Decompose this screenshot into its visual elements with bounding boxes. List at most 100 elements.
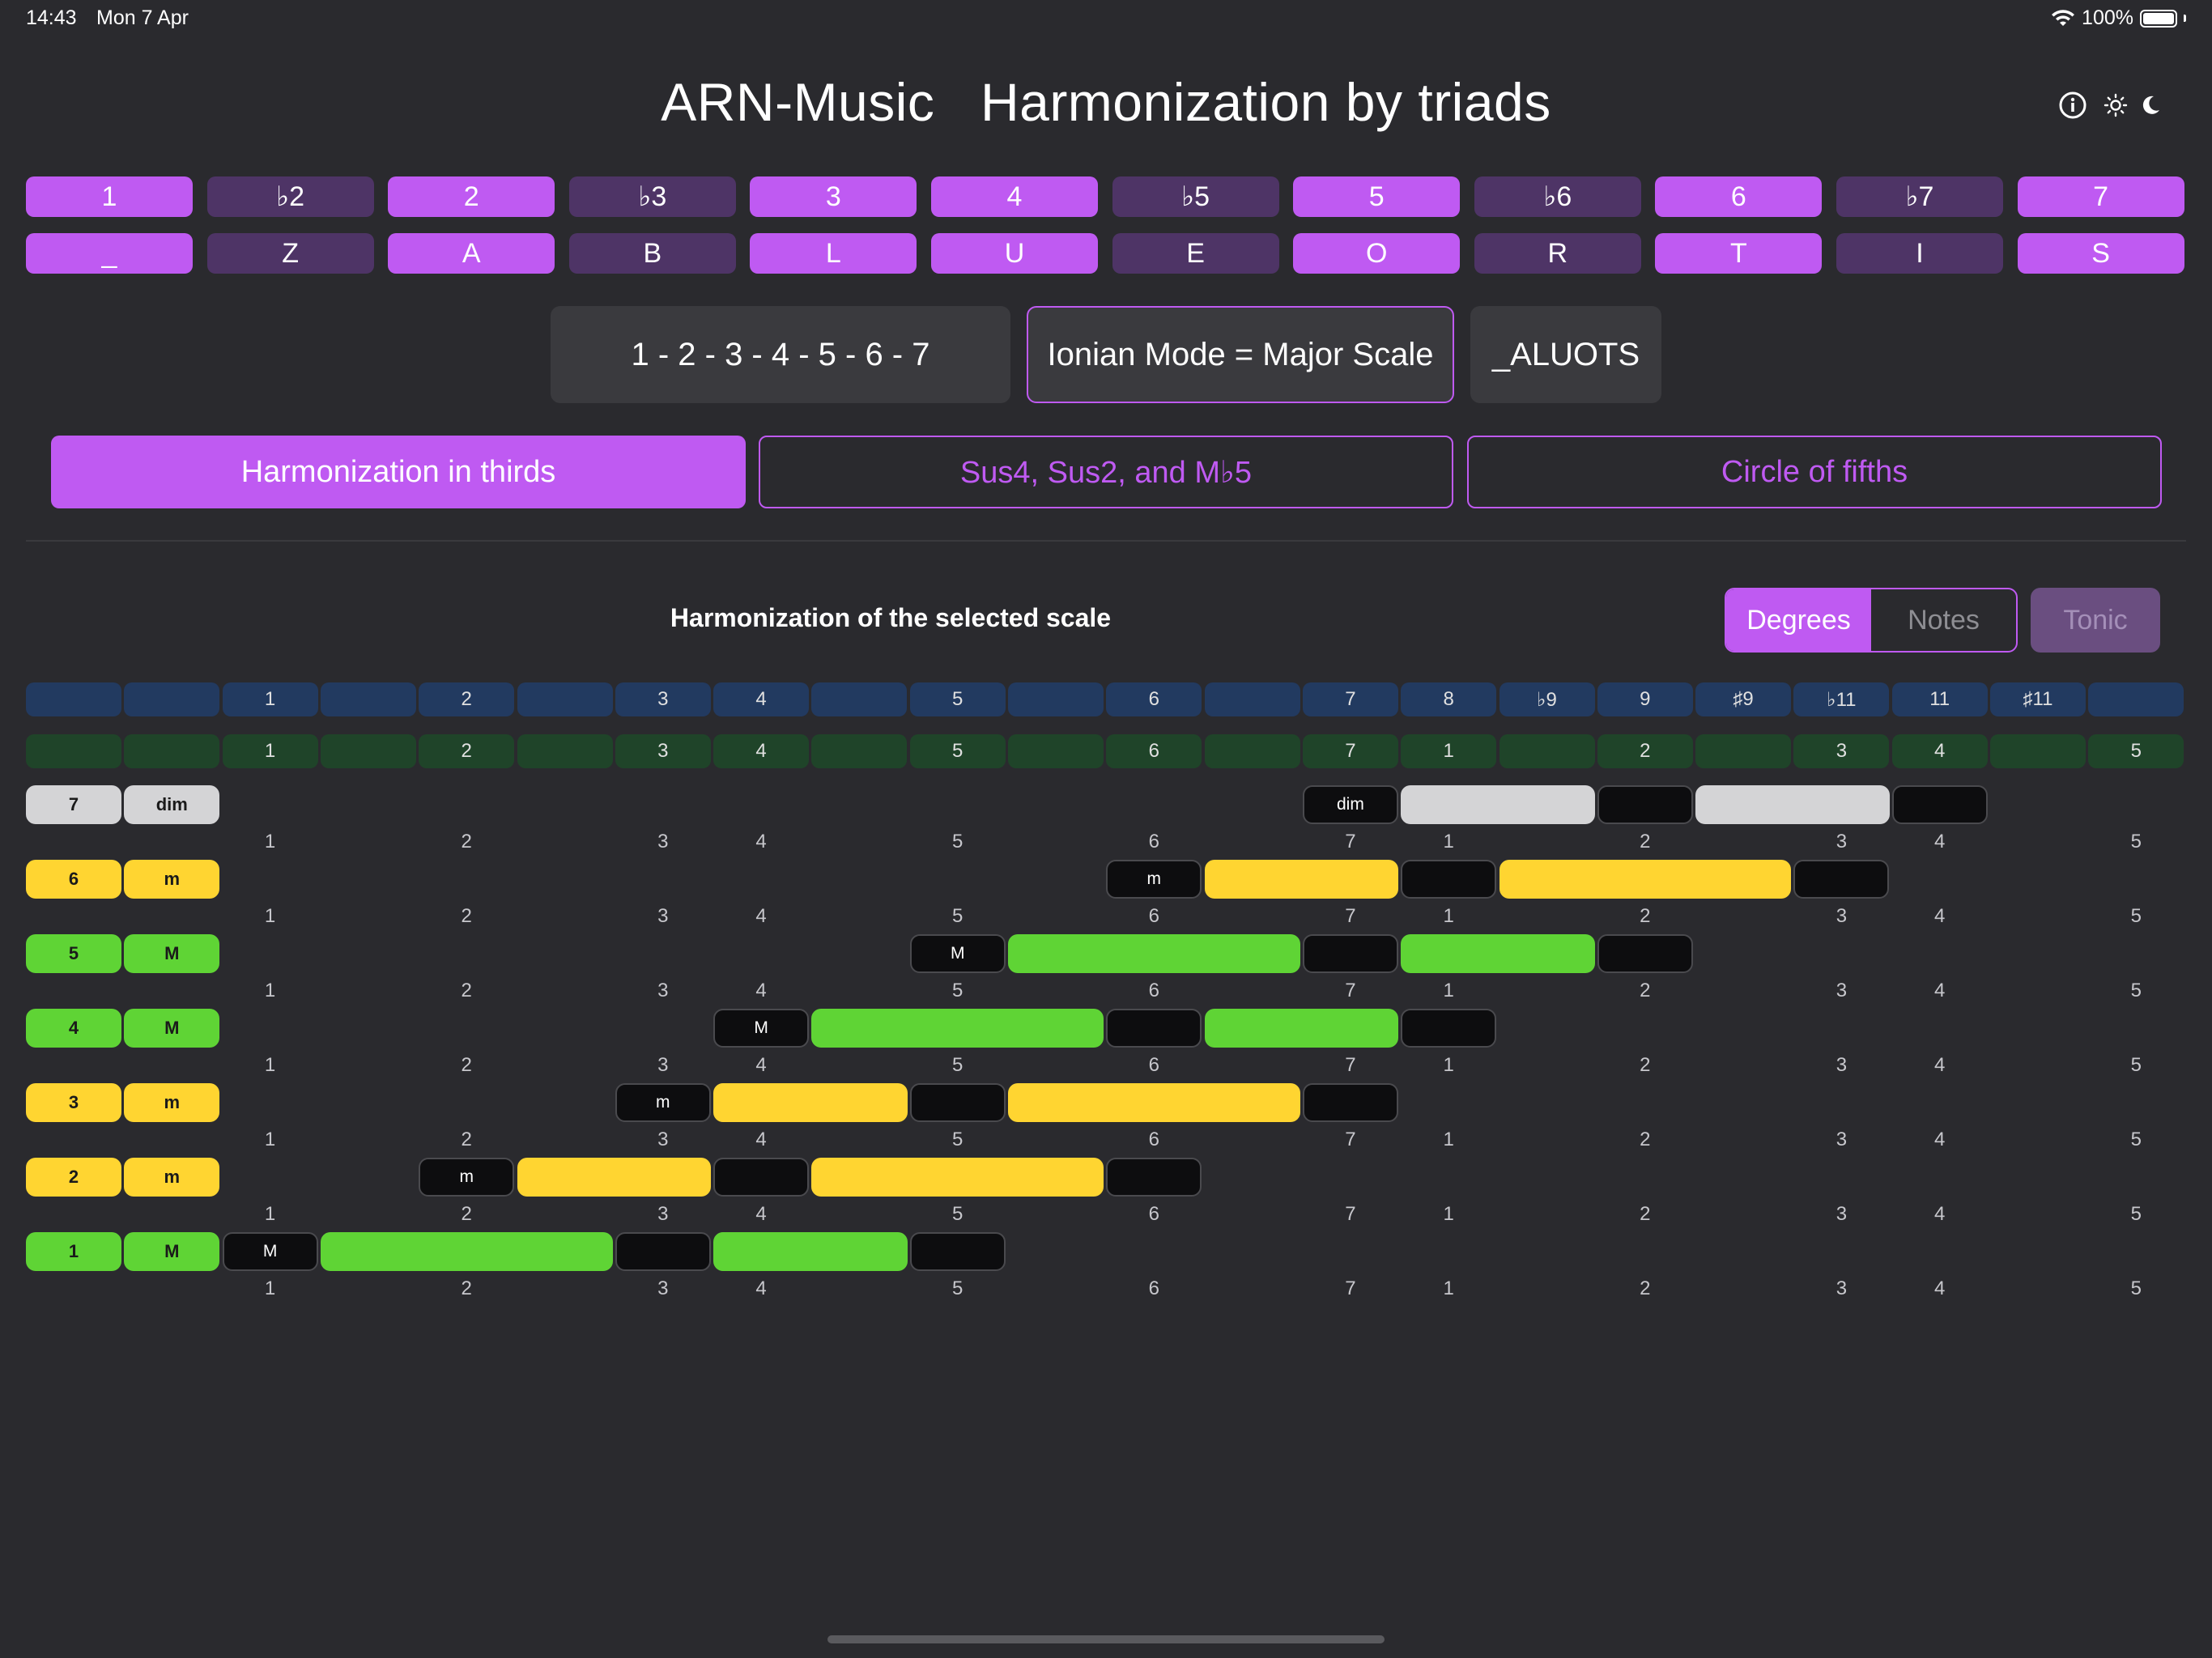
interval-header-cell: 8 [1401,682,1497,716]
notes-segment[interactable]: Notes [1871,589,2016,651]
info-circle-icon[interactable] [2058,91,2087,120]
chord-third-cell[interactable] [713,1158,810,1197]
degree-key[interactable]: ♭7 [1836,176,2003,217]
chord-fifth-cell[interactable] [1106,1158,1202,1197]
chord-root-cell[interactable]: m [419,1158,515,1197]
mode-sus-button[interactable]: Sus4, Sus2, and M♭5 [759,436,1453,508]
chord-interval-bar [1204,860,1399,899]
letter-key[interactable]: S [2017,233,2184,274]
letter-key[interactable]: E [1112,233,1279,274]
interval-header-cell: 3 [615,682,711,716]
degree-number: 4 [1934,905,1946,927]
degree-number: 1 [1443,980,1454,1001]
degree-key[interactable]: 4 [931,176,1098,217]
degree-number: 5 [952,831,963,852]
chord-quality-label[interactable]: m [124,1083,220,1122]
interval-header-cell: ♭11 [1793,682,1890,716]
scale-code-box[interactable]: _ALUOTS [1470,306,1661,403]
chord-third-cell[interactable] [1106,1009,1202,1048]
chord-third-cell[interactable] [1401,860,1497,899]
chord-fifth-cell[interactable] [909,1232,1006,1271]
mode-thirds-button[interactable]: Harmonization in thirds [51,436,746,508]
chord-root-cell[interactable]: M [909,934,1006,973]
chord-degree-label[interactable]: 1 [26,1232,121,1271]
scale-header-cell: 5 [909,734,1006,768]
chord-root-cell[interactable]: m [1106,860,1202,899]
degree-number: 2 [461,1203,472,1225]
degree-key[interactable]: 6 [1655,176,1823,217]
chord-degree-label[interactable]: 5 [26,934,121,973]
letter-key[interactable]: I [1836,233,2003,274]
chord-fifth-cell[interactable] [1302,1083,1398,1122]
letter-key[interactable]: O [1293,233,1461,274]
chord-root-cell[interactable]: dim [1302,785,1398,824]
degree-key[interactable]: 5 [1293,176,1461,217]
letter-key[interactable]: U [931,233,1098,274]
interval-header-cell: ♯11 [1990,682,2086,716]
chord-quality-label[interactable]: M [124,934,220,973]
interval-header-cell [26,682,121,716]
degree-key[interactable]: 2 [388,176,555,217]
moon-icon[interactable] [2136,91,2165,120]
chord-fifth-cell[interactable] [1597,934,1693,973]
letter-key[interactable]: Z [206,233,374,274]
degree-number: 2 [1640,1129,1651,1150]
chord-root-cell[interactable]: m [615,1083,711,1122]
sun-icon[interactable] [2101,91,2130,120]
degree-key[interactable]: ♭3 [568,176,736,217]
chord-degree-label[interactable]: 6 [26,860,121,899]
chord-degree-label[interactable]: 3 [26,1083,121,1122]
tonic-button[interactable]: Tonic [2031,588,2160,653]
degree-number: 1 [1443,1203,1454,1225]
chord-root-cell[interactable]: M [222,1232,318,1271]
chord-root-cell[interactable]: M [713,1009,810,1048]
chord-fifth-cell[interactable] [1891,785,1988,824]
chord-third-cell[interactable] [615,1232,711,1271]
degree-number: 5 [952,905,963,927]
chord-degree-label[interactable]: 4 [26,1009,121,1048]
degree-key[interactable]: ♭5 [1112,176,1279,217]
scale-mode-box[interactable]: Ionian Mode = Major Scale [1027,306,1454,403]
chord-third-cell[interactable] [909,1083,1006,1122]
chord-interval-bar [1204,1009,1399,1048]
chord-interval-bar [1695,785,1890,824]
letter-key[interactable]: T [1655,233,1823,274]
chord-quality-label[interactable]: m [124,1158,220,1197]
chord-quality-label[interactable]: m [124,860,220,899]
mode-circle-button[interactable]: Circle of fifths [1467,436,2162,508]
scale-header-cell [1204,734,1300,768]
degree-key[interactable]: ♭2 [206,176,374,217]
chord-quality-label[interactable]: M [124,1232,220,1271]
letter-key[interactable]: _ [26,233,193,274]
degree-number: 1 [264,1278,276,1299]
chord-interval-bar [811,1009,1104,1048]
degree-key[interactable]: 3 [750,176,917,217]
scale-header-cell [26,734,121,768]
chord-quality-label[interactable]: M [124,1009,220,1048]
degree-number: 4 [1934,1054,1946,1076]
letter-key[interactable]: R [1474,233,1641,274]
degrees-notes-toggle: Degrees Notes [1725,588,2018,653]
interval-header-cell [320,682,416,716]
degree-key[interactable]: ♭6 [1474,176,1641,217]
chord-third-cell[interactable] [1302,934,1398,973]
chord-degree-label[interactable]: 2 [26,1158,121,1197]
letter-key[interactable]: L [750,233,917,274]
degree-number: 1 [1443,1054,1454,1076]
chord-quality-label[interactable]: dim [124,785,220,824]
scale-degrees-box[interactable]: 1 - 2 - 3 - 4 - 5 - 6 - 7 [551,306,1010,403]
chord-degree-label[interactable]: 7 [26,785,121,824]
chord-fifth-cell[interactable] [1793,860,1890,899]
interval-header-cell [811,682,908,716]
letter-key[interactable]: B [568,233,736,274]
degree-number: 3 [1836,980,1848,1001]
degree-key[interactable]: 7 [2017,176,2184,217]
chord-fifth-cell[interactable] [1401,1009,1497,1048]
chord-third-cell[interactable] [1597,785,1693,824]
letter-key[interactable]: A [388,233,555,274]
degrees-segment[interactable]: Degrees [1726,589,1871,651]
degree-number: 1 [1443,905,1454,927]
degree-key[interactable]: 1 [26,176,193,217]
interval-header-cell: ♯9 [1695,682,1792,716]
degree-number: 2 [461,1129,472,1150]
